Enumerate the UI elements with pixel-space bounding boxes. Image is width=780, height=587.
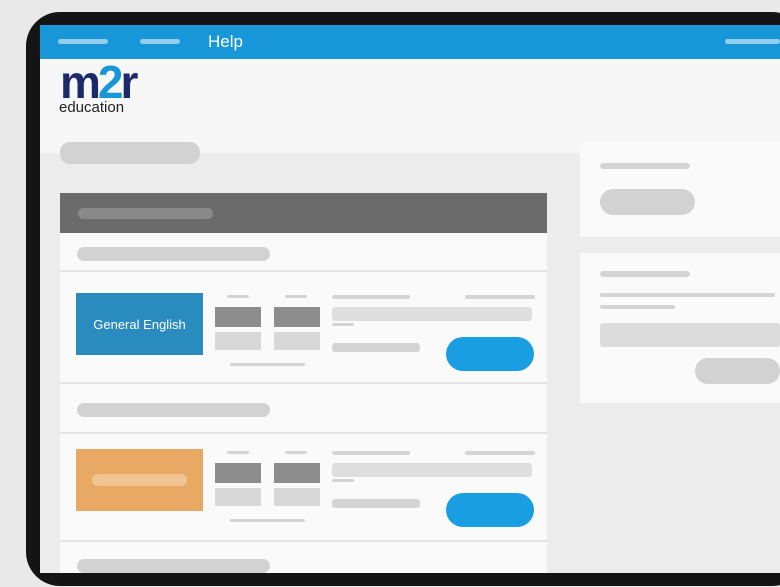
header-placeholder (78, 208, 213, 219)
section-label-placeholder (77, 403, 270, 417)
text-line-placeholder (600, 305, 675, 309)
side-panel-bottom (580, 253, 780, 403)
course-thumbnail-secondary[interactable] (76, 449, 203, 511)
column-label (227, 295, 249, 298)
divider (60, 382, 547, 384)
price-placeholder (332, 499, 420, 508)
option-value (215, 488, 261, 506)
detail-field (332, 463, 532, 477)
divider (60, 540, 547, 542)
divider (60, 432, 547, 434)
detail-field (332, 307, 532, 321)
price-placeholder (332, 343, 420, 352)
logo-header: m2r education (40, 56, 780, 153)
page-title-placeholder (60, 142, 200, 164)
side-panel-title (600, 271, 690, 277)
section-label-placeholder (77, 247, 270, 261)
option-box[interactable] (274, 463, 320, 483)
option-value (274, 332, 320, 350)
screen: Help m2r education General English (40, 25, 780, 573)
option-box[interactable] (215, 307, 261, 327)
column-label (227, 451, 249, 454)
caption-placeholder (230, 519, 305, 522)
caption-placeholder (230, 363, 305, 366)
course-list-header (60, 193, 547, 233)
text-line-placeholder (600, 293, 775, 297)
side-panel-title (600, 163, 690, 169)
detail-placeholder (332, 451, 410, 455)
help-link[interactable]: Help (208, 32, 243, 52)
logo-subtitle: education (59, 99, 125, 116)
divider (60, 270, 547, 272)
column-label (285, 295, 307, 298)
side-input-field[interactable] (600, 323, 780, 347)
detail-placeholder (332, 295, 410, 299)
side-panel-button[interactable] (600, 189, 695, 215)
enrol-button[interactable] (446, 337, 534, 371)
option-box[interactable] (215, 463, 261, 483)
side-panel-top (580, 142, 780, 237)
section-label-placeholder (77, 559, 270, 573)
option-value (274, 488, 320, 506)
nav-account-placeholder[interactable] (725, 39, 780, 44)
side-submit-button[interactable] (695, 358, 780, 384)
top-nav-bar: Help (40, 25, 780, 59)
course-thumbnail-general-english[interactable]: General English (76, 293, 203, 355)
course-name-placeholder (92, 474, 187, 486)
nav-item-placeholder[interactable] (140, 39, 180, 44)
nav-item-placeholder[interactable] (58, 39, 108, 44)
detail-placeholder (465, 295, 535, 299)
option-value (215, 332, 261, 350)
detail-placeholder (332, 479, 354, 482)
detail-placeholder (465, 451, 535, 455)
option-box[interactable] (274, 307, 320, 327)
column-label (285, 451, 307, 454)
enrol-button[interactable] (446, 493, 534, 527)
detail-placeholder (332, 323, 354, 326)
course-name: General English (93, 316, 186, 332)
